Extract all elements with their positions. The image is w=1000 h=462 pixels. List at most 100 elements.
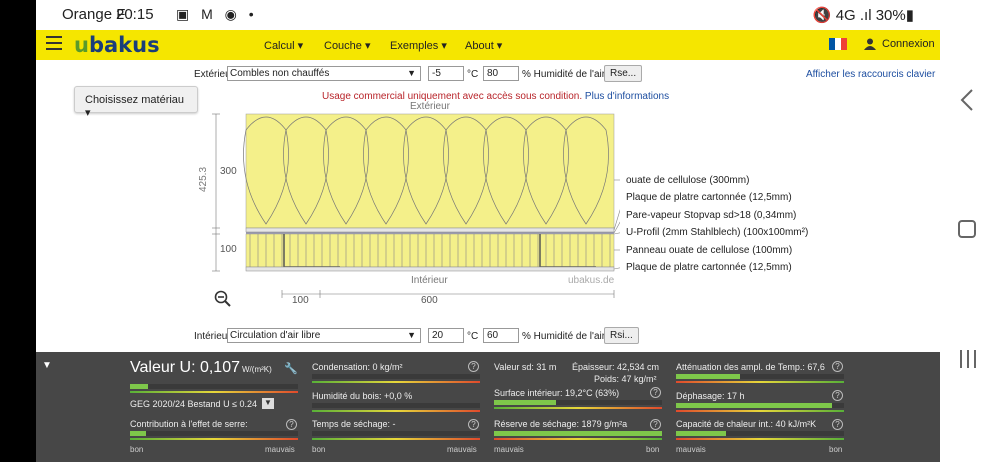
plaster-board-bottom-shape	[245, 266, 615, 272]
layer-label-vapour-barrier: Pare-vapeur Stopvap sd>18 (0,34mm)	[626, 210, 797, 221]
scale-good-label-3: bon	[646, 445, 660, 454]
interior-humidity-input[interactable]: 60	[483, 328, 519, 343]
attenuation-bar	[676, 374, 844, 379]
sd-value: Valeur sd: 31 m	[494, 362, 557, 372]
more-info-link[interactable]: Plus d'informations	[585, 91, 669, 102]
heat-capacity-bar	[676, 431, 844, 436]
drying-reserve-help-icon[interactable]: ?	[650, 419, 661, 430]
interior-humidity-label: % Humidité de l'air	[522, 331, 606, 342]
cellulose-panel-shape	[245, 233, 615, 268]
layer-label-cellulose: ouate de cellulose (300mm)	[626, 175, 750, 186]
drying-reserve-scale	[494, 438, 662, 440]
french-flag-icon[interactable]	[829, 38, 847, 50]
condensation-bar	[312, 374, 480, 379]
system-icons: 🔇 4G .ıl 30%▮	[812, 7, 914, 24]
recents-nav-icon[interactable]	[958, 348, 978, 370]
attenuation: Atténuation des ampl. de Temp.: 67,6	[676, 362, 825, 372]
back-nav-icon[interactable]	[958, 88, 976, 112]
exterior-temp-unit: °C	[467, 69, 479, 80]
drying-reserve: Réserve de séchage: 1879 g/m²a	[494, 419, 628, 429]
u-value-scale	[130, 391, 298, 393]
nav-about[interactable]: About ▾	[465, 39, 502, 52]
condensation: Condensation: 0 kg/m²	[312, 362, 403, 372]
u-value-unit: W/(m²K)	[242, 365, 272, 374]
phase-shift-help-icon[interactable]: ?	[832, 390, 843, 401]
drying-time-scale	[312, 438, 480, 440]
attenuation-scale	[676, 381, 844, 383]
phase-shift: Déphasage: 17 h	[676, 391, 745, 401]
results-panel: ▼ Valeur U: 0,107 W/(m²K) 🔧 GEG 2020/24 …	[36, 352, 940, 462]
interior-temperature-input[interactable]: 20	[428, 328, 464, 343]
layer-label-u-profile: U-Profil (2mm Stahlblech) (100x100mm²)	[626, 227, 809, 238]
drying-time-help-icon[interactable]: ?	[468, 419, 479, 430]
phone-frame-left	[0, 0, 36, 462]
drying-reserve-bar	[494, 431, 662, 436]
layer-label-plaster-top: Plaque de platre cartonnée (12,5mm)	[626, 192, 792, 203]
exterior-temperature-input[interactable]: -5	[428, 66, 464, 81]
phase-shift-scale	[676, 410, 844, 412]
status-bar: Orange F 20:15 ▣ M ◉ • 🔇 4G .ıl 30%▮	[36, 0, 940, 30]
greenhouse-label: Contribution à l'effet de serre:	[130, 419, 248, 429]
layer-label-cellulose-panel: Panneau ouate de cellulose (100mm)	[626, 245, 793, 256]
weight: Poids: 47 kg/m²	[594, 374, 657, 384]
wood-humidity: Humidité du bois: +0,0 %	[312, 391, 413, 401]
nav-calcul[interactable]: Calcul ▾	[264, 39, 303, 52]
scale-bad-label-4: mauvais	[676, 445, 706, 454]
keyboard-shortcuts-link[interactable]: Afficher les raccourcis clavier	[806, 69, 935, 80]
attenuation-help-icon[interactable]: ?	[832, 361, 843, 372]
greenhouse-scale	[130, 438, 298, 440]
nav-exemples[interactable]: Exemples ▾	[390, 39, 447, 52]
interior-temp-unit: °C	[467, 331, 479, 342]
choose-material-button[interactable]: Choisissez matériau ▾	[74, 86, 198, 119]
nav-couche[interactable]: Couche ▾	[324, 39, 371, 52]
zoom-out-icon[interactable]	[214, 290, 232, 308]
u-value: Valeur U: 0,107	[130, 359, 240, 376]
home-nav-icon[interactable]	[958, 220, 976, 238]
exterior-condition-select[interactable]: Combles non chauffés ▼	[227, 66, 421, 81]
condensation-help-icon[interactable]: ?	[468, 361, 479, 372]
scale-good-label: bon	[130, 445, 144, 454]
heat-capacity: Capacité de chaleur int.: 40 kJ/m²K	[676, 419, 817, 429]
thickness: Épaisseur: 42,534 cm	[572, 362, 660, 372]
exterior-humidity-input[interactable]: 80	[483, 66, 519, 81]
commercial-notice: Usage commercial uniquement avec accès s…	[322, 91, 670, 102]
ubakus-watermark: ubakus.de	[568, 275, 615, 286]
ubakus-logo[interactable]: ubakus	[74, 33, 160, 57]
notification-icons: ▣ M ◉ •	[176, 6, 258, 22]
phase-shift-bar	[676, 403, 844, 408]
greenhouse-bar	[130, 431, 298, 436]
heat-capacity-scale	[676, 438, 844, 440]
drying-time: Temps de séchage: -	[312, 419, 396, 429]
dim-total-label: 425.3	[198, 166, 209, 192]
diagram-bottom-label: Intérieur	[411, 275, 448, 286]
plaster-board-top-shape	[245, 227, 615, 233]
wall-cross-section-diagram	[212, 113, 620, 298]
wood-humidity-scale	[312, 410, 480, 412]
dim-x2-label: 600	[421, 295, 438, 306]
wrench-icon[interactable]: 🔧	[284, 362, 298, 375]
geg-requirement: GEG 2020/24 Bestand U ≤ 0.24	[130, 399, 258, 409]
hamburger-menu-icon[interactable]	[46, 36, 62, 50]
rsi-button[interactable]: Rsi...	[604, 327, 639, 344]
exterior-humidity-label: % Humidité de l'air	[522, 69, 606, 80]
scale-bad-label: mauvais	[265, 445, 295, 454]
user-icon[interactable]	[864, 38, 876, 50]
greenhouse-help-icon[interactable]: ?	[286, 419, 297, 430]
layer-label-plaster-bottom: Plaque de platre cartonnée (12,5mm)	[626, 262, 792, 273]
interior-surface: Surface intérieur: 19,2°C (63%)	[494, 388, 620, 398]
dim-x1-label: 100	[292, 295, 309, 306]
surface-help-icon[interactable]: ?	[650, 387, 661, 398]
scale-bad-label-2: mauvais	[447, 445, 477, 454]
wood-humidity-bar	[312, 403, 480, 408]
rse-button[interactable]: Rse...	[604, 65, 643, 82]
heat-capacity-help-icon[interactable]: ?	[832, 419, 843, 430]
collapse-panel-icon[interactable]: ▼	[42, 360, 52, 371]
geg-dropdown-icon[interactable]: ▼	[262, 398, 274, 409]
scale-good-label-4: bon	[829, 445, 843, 454]
login-link[interactable]: Connexion	[882, 38, 935, 50]
dim-top-label: 300	[220, 166, 237, 177]
interior-condition-select[interactable]: Circulation d'air libre ▼	[227, 328, 421, 343]
scale-good-label-2: bon	[312, 445, 326, 454]
surface-bar	[494, 400, 662, 405]
clock: 20:15	[116, 6, 154, 23]
